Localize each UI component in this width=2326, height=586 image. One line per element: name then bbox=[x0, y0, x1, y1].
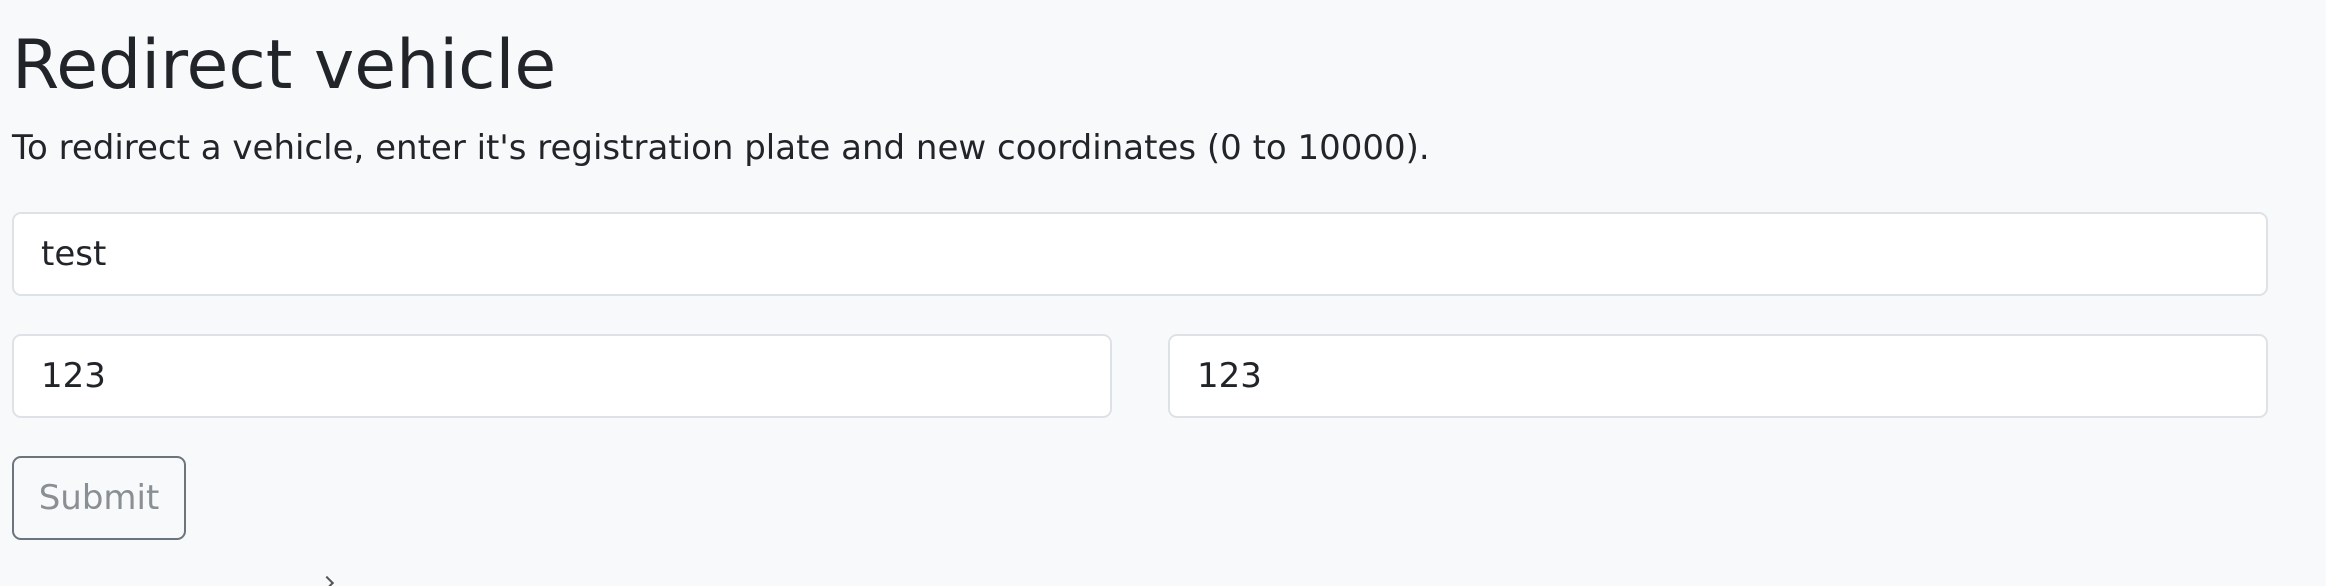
registration-plate-input[interactable] bbox=[12, 212, 2268, 296]
cursor-arrow-icon bbox=[319, 575, 335, 586]
page-title: Redirect vehicle bbox=[12, 26, 557, 105]
redirect-vehicle-page: Redirect vehicle To redirect a vehicle, … bbox=[0, 0, 2326, 586]
page-description: To redirect a vehicle, enter it's regist… bbox=[12, 128, 1430, 168]
y-coordinate-input[interactable] bbox=[1168, 334, 2268, 418]
x-coordinate-input[interactable] bbox=[12, 334, 1112, 418]
submit-button[interactable]: Submit bbox=[12, 456, 186, 540]
